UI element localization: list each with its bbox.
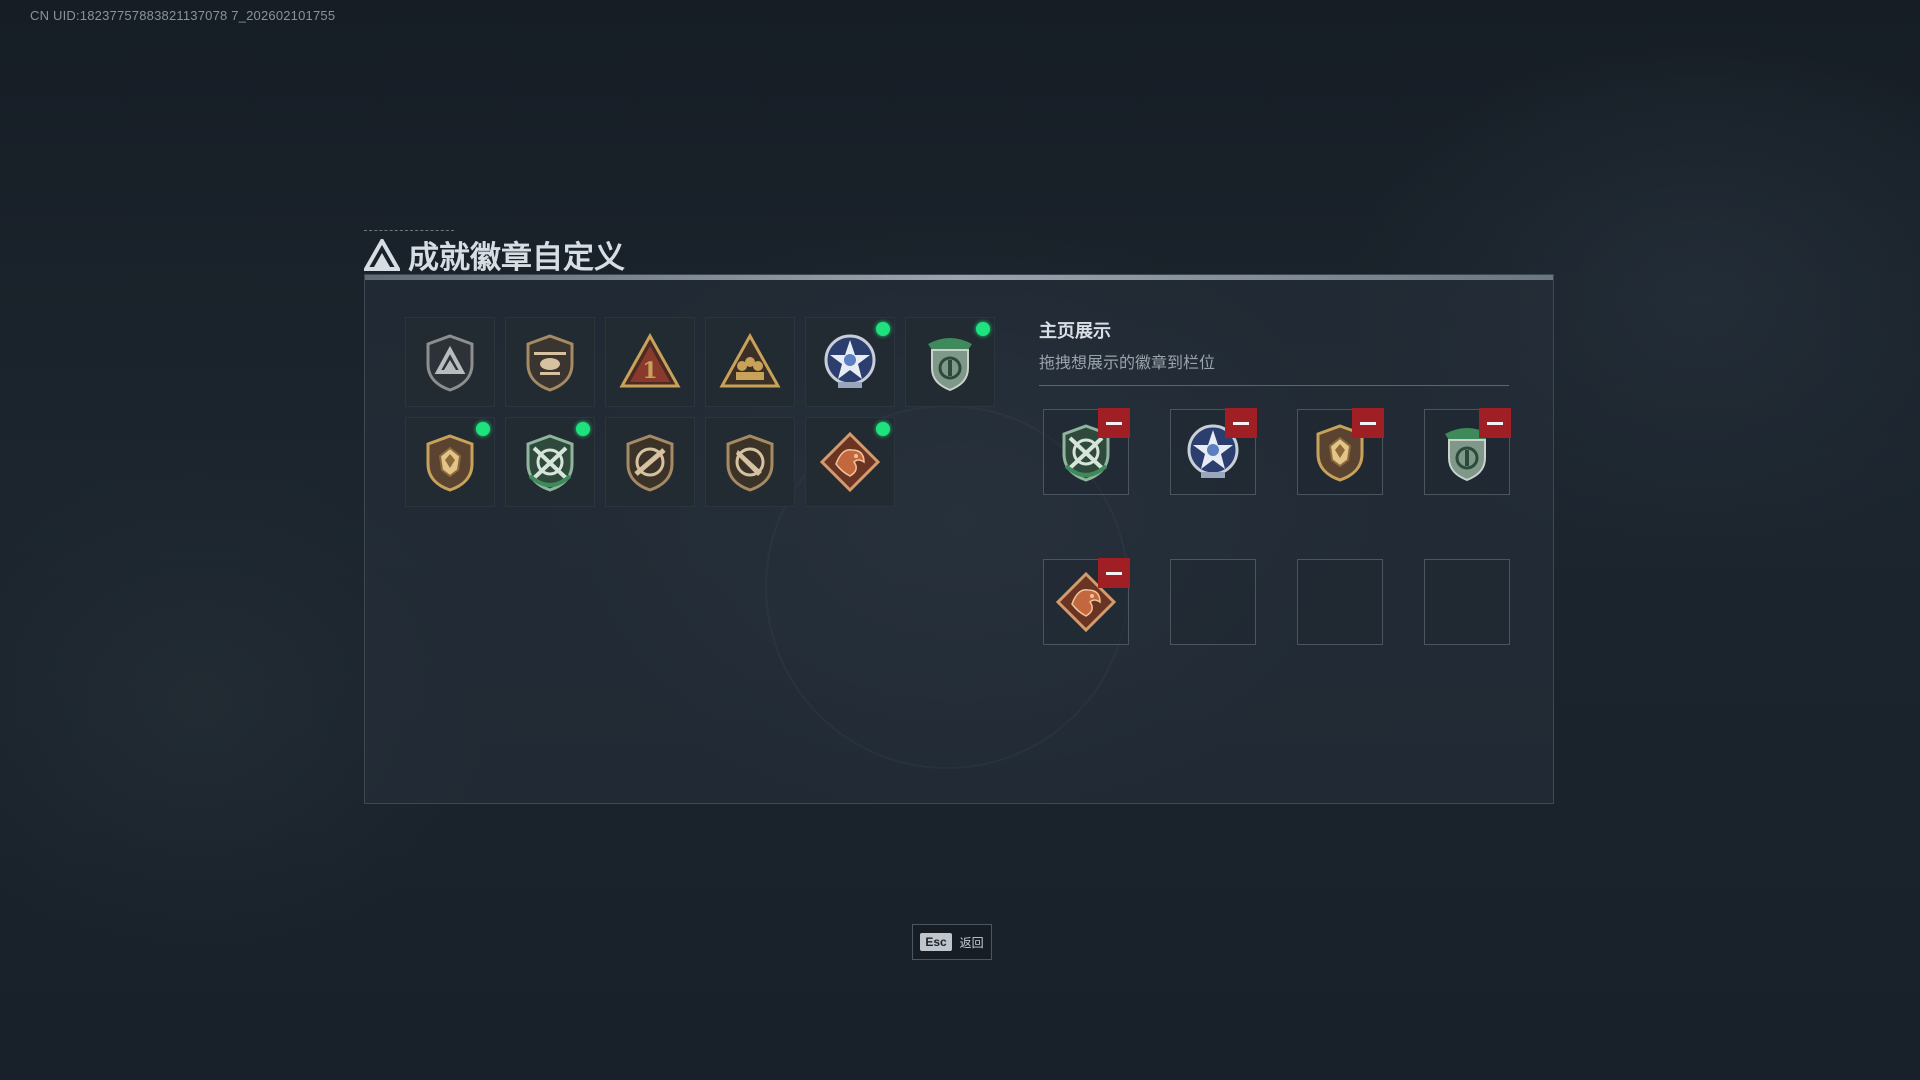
showcase-slot-filled[interactable] (1043, 408, 1130, 495)
remove-badge-button[interactable] (1352, 408, 1384, 438)
showcase-divider (1039, 385, 1509, 386)
back-label: 返回 (959, 935, 984, 950)
showcase-slot-filled[interactable] (1170, 408, 1257, 495)
showcase-slot-filled[interactable] (1297, 408, 1384, 495)
knife-shield-badge-icon (718, 430, 782, 494)
badge-cell[interactable] (405, 417, 495, 507)
remove-badge-button[interactable] (1479, 408, 1511, 438)
equipped-indicator-dot (576, 422, 590, 436)
badge-cell[interactable] (805, 317, 895, 407)
showcase-subtitle: 拖拽想展示的徽章到栏位 (1039, 355, 1216, 372)
badge-cell[interactable] (405, 317, 495, 407)
remove-badge-button[interactable] (1225, 408, 1257, 438)
showcase-slot-empty[interactable] (1297, 559, 1383, 645)
minus-icon (1106, 421, 1122, 425)
minus-icon (1106, 571, 1122, 575)
badge-cell[interactable] (605, 417, 695, 507)
showcase-slot-filled[interactable] (1424, 408, 1511, 495)
minus-icon (1487, 421, 1503, 425)
badge-customize-panel: 1 主页展示 拖拽想展示的徽章到栏位 (364, 274, 1554, 804)
gold-crest-shield-badge-icon (418, 430, 482, 494)
number-one-triangle-badge-icon: 1 (618, 330, 682, 394)
delta-logo-icon (364, 238, 400, 271)
dragon-diamond-badge-icon (818, 430, 882, 494)
triangle-shield-badge-icon (418, 330, 482, 394)
equipped-indicator-dot (876, 322, 890, 336)
rifle-shield-badge-icon (618, 430, 682, 494)
green-crossed-rifles-badge-icon (518, 430, 582, 494)
showcase-slot-empty[interactable] (1170, 559, 1256, 645)
remove-badge-button[interactable] (1098, 558, 1130, 588)
minus-icon (1360, 421, 1376, 425)
badge-cell[interactable] (905, 317, 995, 407)
remove-badge-button[interactable] (1098, 408, 1130, 438)
back-button[interactable]: Esc 返回 (912, 924, 992, 960)
badge-collection-grid: 1 (405, 317, 995, 507)
badge-cell[interactable] (705, 317, 795, 407)
esc-key-hint: Esc (920, 933, 952, 951)
badge-cell[interactable] (805, 417, 895, 507)
badge-cell[interactable] (505, 417, 595, 507)
showcase-slot-empty[interactable] (1424, 559, 1510, 645)
uid-label: CN UID:18237757883821137078 7_2026021017… (30, 8, 336, 23)
svg-text:1: 1 (642, 358, 657, 384)
equipped-indicator-dot (876, 422, 890, 436)
page-header: 成就徽章自定义 (364, 232, 625, 277)
equipped-indicator-dot (476, 422, 490, 436)
panel-top-bar (365, 275, 1553, 280)
showcase-slot-filled[interactable] (1043, 558, 1130, 645)
blue-star-medal-badge-icon (818, 330, 882, 394)
showcase-title: 主页展示 (1039, 321, 1111, 341)
showcase-slots (1043, 408, 1511, 645)
badge-cell[interactable]: 1 (605, 317, 695, 407)
badge-cell[interactable] (705, 417, 795, 507)
squad-triangle-badge-icon (718, 330, 782, 394)
page-title: 成就徽章自定义 (408, 240, 625, 276)
badge-cell[interactable] (505, 317, 595, 407)
green-shield-beret-badge-icon (918, 330, 982, 394)
helicopter-shield-badge-icon (518, 330, 582, 394)
equipped-indicator-dot (976, 322, 990, 336)
homepage-showcase: 主页展示 拖拽想展示的徽章到栏位 (1039, 317, 1511, 645)
minus-icon (1233, 421, 1249, 425)
